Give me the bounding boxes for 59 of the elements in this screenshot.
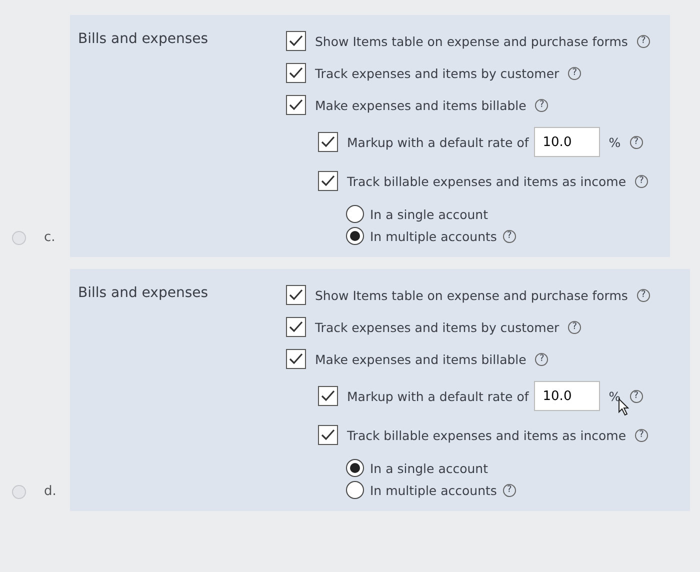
percent-label: % xyxy=(608,134,621,150)
help-icon[interactable]: ? xyxy=(568,320,582,334)
section-title: Bills and expenses xyxy=(78,285,210,301)
help-icon[interactable]: ? xyxy=(635,174,648,188)
checkmark-icon xyxy=(289,321,303,333)
checkbox[interactable] xyxy=(318,132,338,152)
checkbox[interactable] xyxy=(286,31,306,51)
help-icon[interactable]: ? xyxy=(502,230,516,242)
checkbox[interactable] xyxy=(318,386,338,406)
radio-button[interactable] xyxy=(346,459,364,477)
option-label: Markup with a default rate of xyxy=(347,388,529,404)
option-label: Track billable expenses and items as income xyxy=(347,174,626,188)
option-label: Track billable expenses and items as income xyxy=(347,428,626,442)
help-icon[interactable]: ? xyxy=(635,428,648,442)
radio-label: In a single account xyxy=(370,206,488,222)
checkmark-icon xyxy=(289,289,303,301)
help-icon[interactable]: ? xyxy=(636,288,650,302)
option-label: Track expenses and items by customer xyxy=(315,66,560,80)
help-icon[interactable]: ? xyxy=(535,352,548,366)
help-icon[interactable]: ? xyxy=(568,66,582,80)
answer-letter: c. xyxy=(44,230,56,245)
radio-label: In a single account xyxy=(370,460,488,476)
option-label: Track expenses and items by customer xyxy=(315,320,560,334)
checkmark-icon xyxy=(321,136,335,148)
option-label: Make expenses and items billable xyxy=(315,352,526,366)
help-icon[interactable]: ? xyxy=(630,136,643,148)
radio-button[interactable] xyxy=(346,227,364,245)
answer-letter: d. xyxy=(44,484,56,499)
answer-radio[interactable] xyxy=(12,230,26,244)
help-icon[interactable]: ? xyxy=(535,98,548,112)
radio-label: In multiple accounts xyxy=(370,482,497,498)
checkbox[interactable] xyxy=(286,63,306,83)
help-icon[interactable]: ? xyxy=(636,34,650,48)
checkmark-icon xyxy=(289,99,303,111)
radio-button[interactable] xyxy=(346,205,364,223)
help-icon[interactable]: ? xyxy=(630,390,643,402)
option-label: Show Items table on expense and purchase forms xyxy=(315,34,628,48)
checkbox[interactable] xyxy=(286,285,306,305)
help-icon[interactable]: ? xyxy=(502,484,516,496)
checkmark-icon xyxy=(321,390,335,402)
radio-button[interactable] xyxy=(346,481,364,499)
checkmark-icon xyxy=(289,67,303,79)
radio-label: In multiple accounts xyxy=(370,228,497,244)
rate-field[interactable]: 10.0 xyxy=(534,127,600,157)
checkmark-icon xyxy=(289,35,303,47)
rate-field[interactable]: 10.0 xyxy=(534,381,600,411)
checkmark-icon xyxy=(289,353,303,365)
checkbox[interactable] xyxy=(318,171,338,191)
checkbox[interactable] xyxy=(286,349,306,369)
checkbox[interactable] xyxy=(286,95,306,115)
answer-radio[interactable] xyxy=(12,484,26,498)
section-title: Bills and expenses xyxy=(78,31,210,47)
checkbox[interactable] xyxy=(318,425,338,445)
checkmark-icon xyxy=(321,175,335,187)
checkbox[interactable] xyxy=(286,317,306,337)
checkmark-icon xyxy=(321,429,335,441)
option-label: Markup with a default rate of xyxy=(347,134,529,150)
option-label: Make expenses and items billable xyxy=(315,98,526,112)
option-label: Show Items table on expense and purchase forms xyxy=(315,288,628,302)
